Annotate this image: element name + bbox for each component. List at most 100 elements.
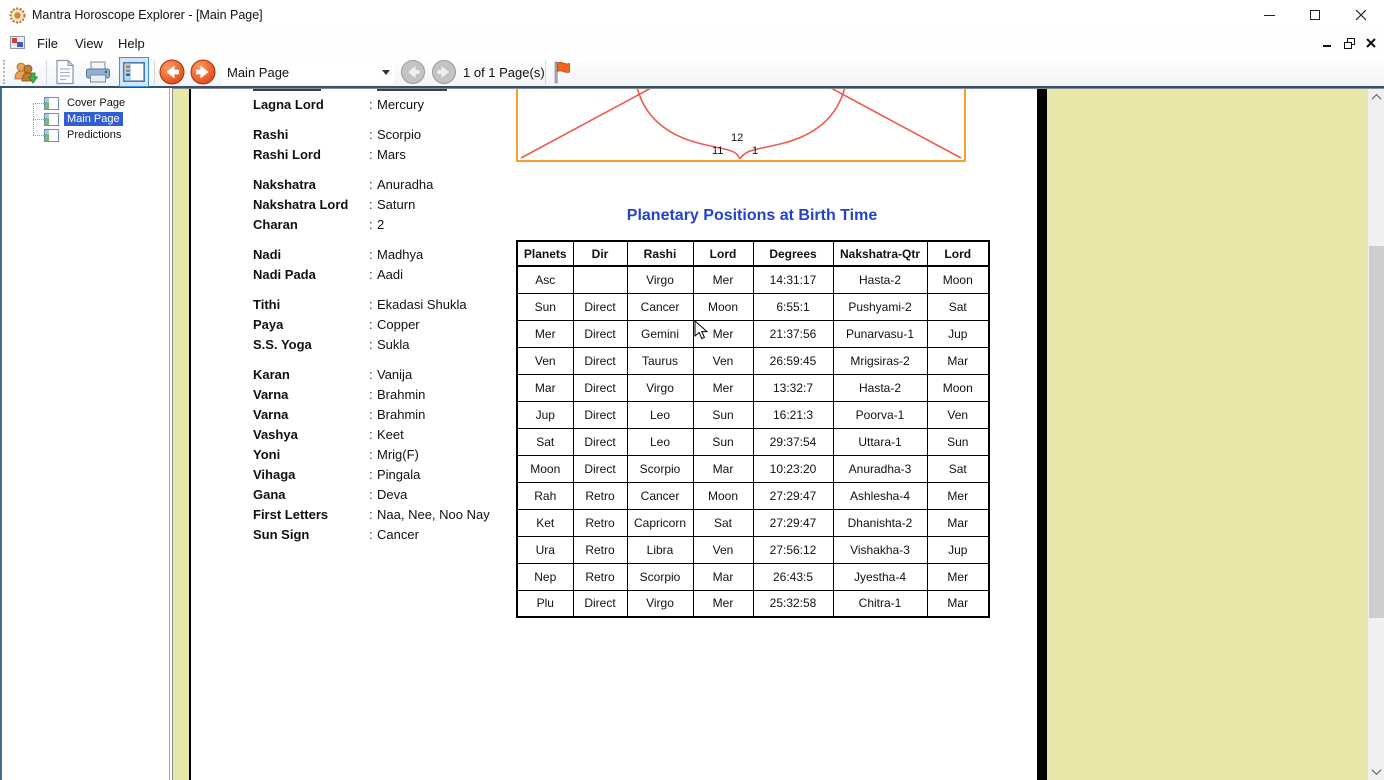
cell-lord: Mar	[693, 563, 753, 590]
info-value: Brahmin	[377, 407, 425, 422]
page-selector-value: Main Page	[222, 65, 382, 80]
scrollbar-thumb[interactable]	[1369, 246, 1384, 618]
info-separator: :	[369, 247, 377, 262]
cell-dir: Direct	[573, 293, 627, 320]
page-icon	[44, 129, 59, 142]
sidebar: Cover Page Main Page Predictions	[2, 88, 170, 780]
table-header-cell: Rashi	[627, 241, 693, 266]
app-icon[interactable]	[9, 7, 26, 24]
cell-nakshatra-lord: Jup	[927, 536, 989, 563]
sidebar-item-label: Cover Page	[64, 96, 128, 110]
cell-nakshatra-lord: Mer	[927, 563, 989, 590]
sidebar-item-main-page[interactable]: Main Page	[2, 111, 169, 127]
flag-button[interactable]	[551, 59, 573, 85]
info-label: Rashi Lord	[253, 147, 369, 162]
vertical-scrollbar[interactable]	[1367, 89, 1384, 780]
info-label: Vashya	[253, 427, 369, 442]
house-number: 11	[712, 145, 723, 157]
print-button[interactable]	[84, 59, 112, 85]
cell-dir: Retro	[573, 536, 627, 563]
info-label: S.S. Yoga	[253, 337, 369, 352]
table-header-cell: Nakshatra-Qtr	[833, 241, 927, 266]
mouse-cursor	[694, 320, 708, 340]
info-value: Mars	[377, 147, 406, 162]
cell-rashi: Scorpio	[627, 563, 693, 590]
info-separator: :	[369, 487, 377, 502]
cell-planet: Mar	[517, 374, 573, 401]
cell-nakshatra-lord: Moon	[927, 266, 989, 293]
info-label: Yoni	[253, 447, 369, 462]
table-row: Ven Direct Taurus Ven 26:59:45 Mrigsiras…	[517, 347, 989, 374]
child-minimize-button[interactable]	[1320, 36, 1334, 50]
cell-nakshatra-lord: Ven	[927, 401, 989, 428]
cell-degrees: 25:32:58	[753, 590, 833, 617]
toolbar-separator	[46, 60, 47, 84]
next-page-button[interactable]	[190, 59, 216, 85]
toolbar-grip[interactable]	[3, 60, 6, 84]
cell-nakshatra-lord: Mar	[927, 590, 989, 617]
cell-nakshatra-lord: Sun	[927, 428, 989, 455]
info-label: Nakshatra	[253, 177, 369, 192]
cell-degrees: 27:56:12	[753, 536, 833, 563]
table-header-cell: Planets	[517, 241, 573, 266]
table-header-row: PlanetsDirRashiLordDegreesNakshatra-QtrL…	[517, 241, 989, 266]
cell-rashi: Leo	[627, 428, 693, 455]
cell-planet: Ura	[517, 536, 573, 563]
info-label: Rashi	[253, 127, 369, 142]
info-separator: :	[369, 317, 377, 332]
cell-planet: Sat	[517, 428, 573, 455]
cell-rashi: Virgo	[627, 590, 693, 617]
info-separator: :	[369, 197, 377, 212]
info-value: Mrig(F)	[377, 447, 419, 462]
scroll-down-button[interactable]	[1368, 763, 1384, 780]
info-separator: :	[369, 127, 377, 142]
sidebar-item-label: Predictions	[64, 128, 124, 142]
cell-nakshatra-qtr: Poorva-1	[833, 401, 927, 428]
info-separator: :	[369, 367, 377, 382]
cell-nakshatra-qtr: Hasta-2	[833, 266, 927, 293]
back-button-disabled[interactable]	[400, 59, 426, 85]
info-separator: :	[369, 337, 377, 352]
cell-lord: Mar	[693, 455, 753, 482]
cell-nakshatra-lord: Sat	[927, 293, 989, 320]
sidebar-item-cover-page[interactable]: Cover Page	[2, 95, 169, 111]
scroll-up-button[interactable]	[1368, 89, 1384, 106]
table-row: Sat Direct Leo Sun 29:37:54 Uttara-1 Sun	[517, 428, 989, 455]
cell-rashi: Virgo	[627, 266, 693, 293]
minimize-button[interactable]	[1246, 0, 1292, 30]
child-restore-button[interactable]	[1342, 36, 1356, 50]
menu-bar: File View Help	[0, 30, 1384, 56]
info-label: Nadi Pada	[253, 267, 369, 282]
page-selector-combobox[interactable]: Main Page	[222, 60, 394, 84]
cell-degrees: 13:32:7	[753, 374, 833, 401]
cell-lord: Mer	[693, 266, 753, 293]
maximize-button[interactable]	[1292, 0, 1338, 30]
close-button[interactable]	[1338, 0, 1384, 30]
sidebar-item-label-selected: Main Page	[64, 112, 123, 126]
child-window-icon[interactable]	[10, 36, 25, 49]
table-row: Mar Direct Virgo Mer 13:32:7 Hasta-2 Moo…	[517, 374, 989, 401]
info-value: Madhya	[377, 247, 423, 262]
document-view: Lagna Lord : Mercury Rashi : Scorpio	[172, 88, 1384, 780]
info-label: Sun Sign	[253, 527, 369, 542]
menu-file[interactable]: File	[33, 35, 62, 52]
info-separator: :	[369, 297, 377, 312]
menu-view[interactable]: View	[71, 35, 107, 52]
contacts-button[interactable]	[12, 59, 38, 85]
chevron-up-icon	[1372, 94, 1382, 104]
new-document-button[interactable]	[52, 59, 78, 85]
info-separator: :	[369, 427, 377, 442]
info-label: Varna	[253, 387, 369, 402]
cell-nakshatra-lord: Mer	[927, 482, 989, 509]
info-value: Sukla	[377, 337, 410, 352]
info-label: Gana	[253, 487, 369, 502]
cell-nakshatra-qtr: Hasta-2	[833, 374, 927, 401]
info-separator: :	[369, 407, 377, 422]
menu-help[interactable]: Help	[114, 35, 149, 52]
forward-button-disabled[interactable]	[431, 59, 457, 85]
sidebar-item-predictions[interactable]: Predictions	[2, 127, 169, 143]
previous-page-button[interactable]	[159, 59, 185, 85]
cell-planet: Ven	[517, 347, 573, 374]
toggle-navigation-pane-button[interactable]	[119, 57, 149, 87]
child-close-button[interactable]	[1364, 36, 1378, 50]
